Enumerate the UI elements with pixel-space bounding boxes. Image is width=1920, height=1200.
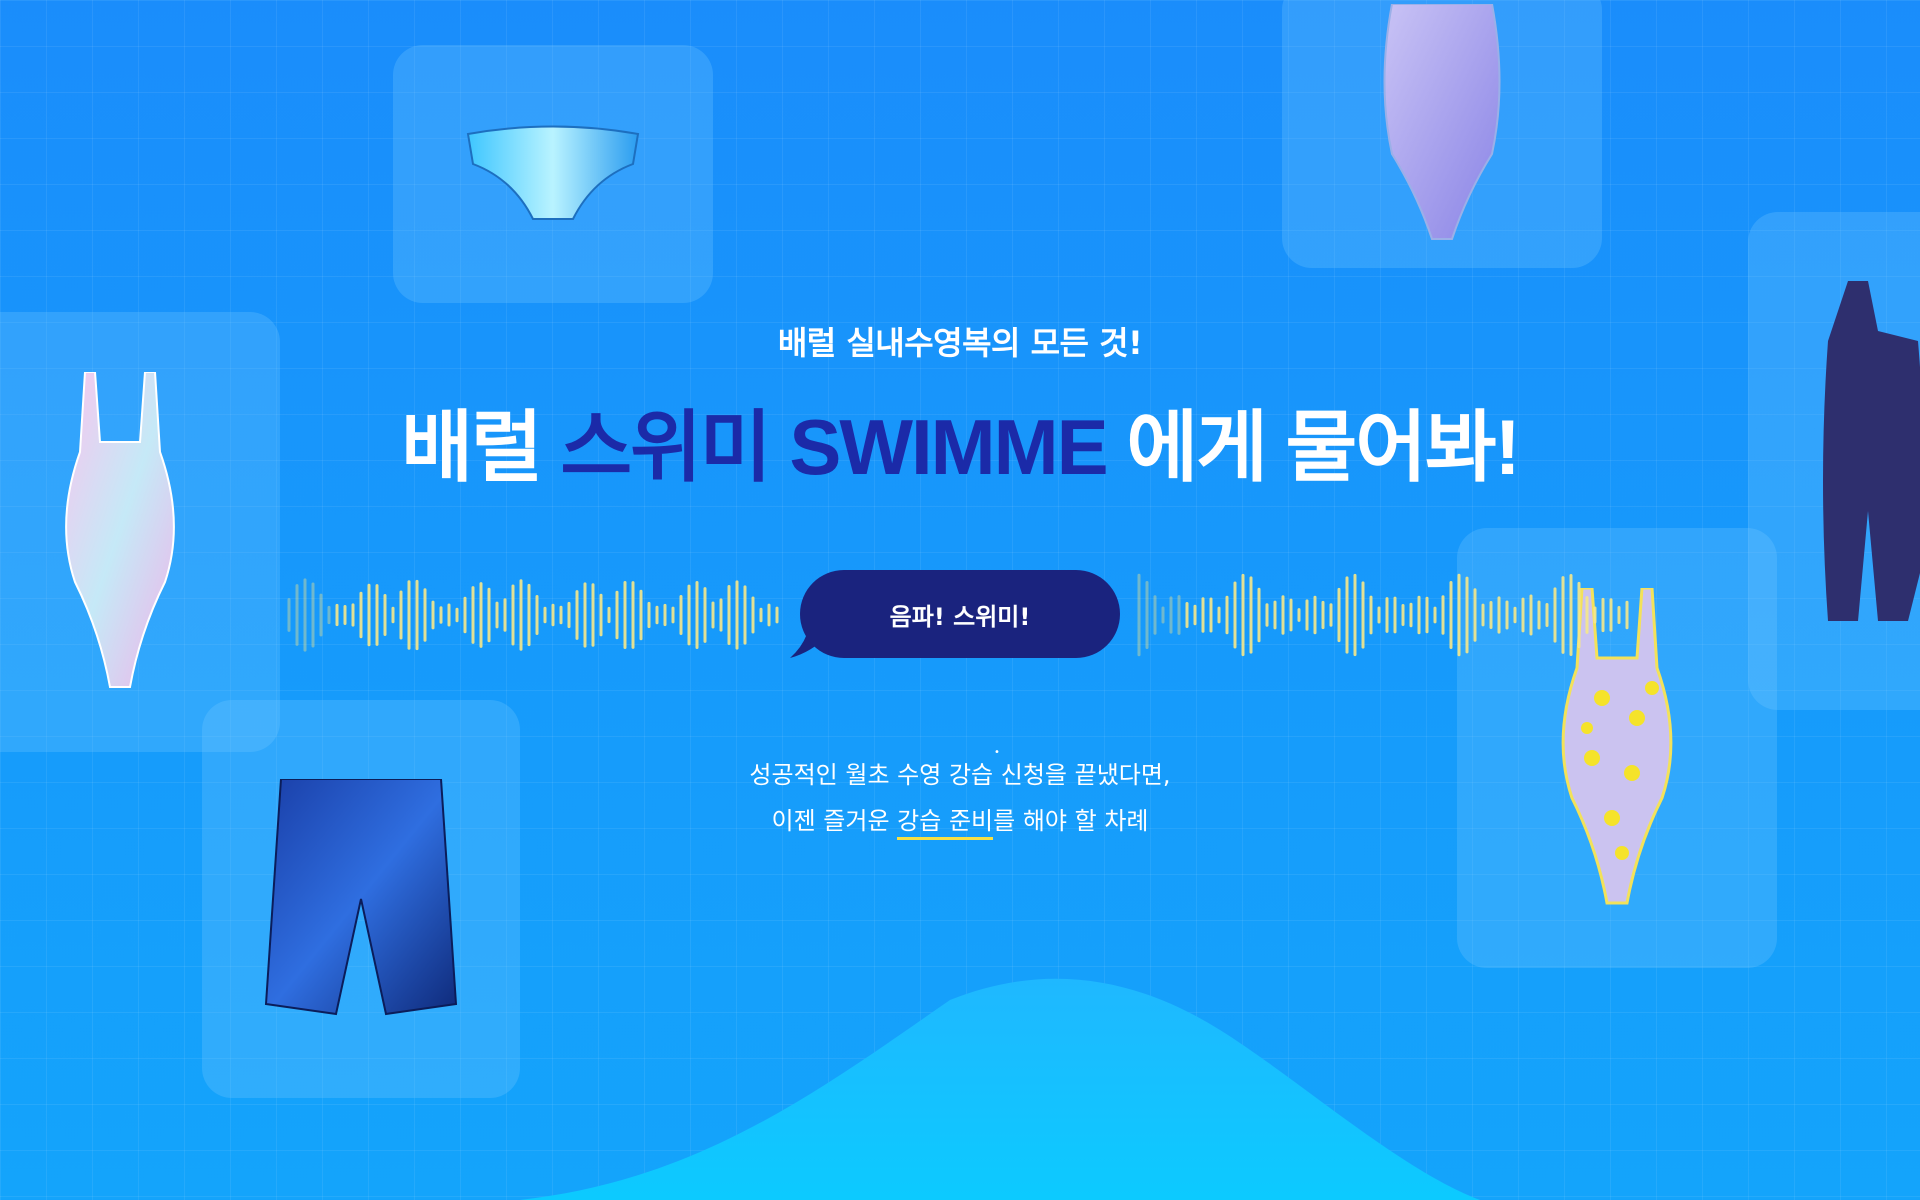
title-part1: 배럴 — [401, 403, 561, 491]
desc-line1-text-a: 성공적인 월초 수영 — [749, 761, 949, 789]
product-card-pink[interactable] — [0, 312, 280, 752]
desc-line1-text-b: 을 끝냈다면, — [1044, 761, 1171, 789]
desc-line1-emphasis: 강습 신청 — [949, 752, 1045, 798]
title-part2: 에게 물어봐! — [1106, 403, 1520, 491]
desc-line2-underline: 강습 준비 — [897, 807, 994, 840]
banner-subtitle: 배럴 실내수영복의 모든 것! — [777, 324, 1143, 362]
swimsuit-lavender-image — [1383, 4, 1501, 240]
swim-briefs-image — [466, 125, 640, 220]
desc-line-2: 이젠 즐거운 강습 준비를 해야 할 차례 — [0, 798, 1920, 844]
desc-line-1: 성공적인 월초 수영 강습 신청을 끝냈다면, — [0, 752, 1920, 798]
swimme-bubble-button[interactable]: 음파! 스위미! — [800, 570, 1120, 658]
sound-wave-left — [287, 578, 779, 652]
product-card-lavender[interactable] — [1282, 0, 1602, 268]
product-card-briefs[interactable] — [393, 45, 713, 303]
title-accent: 스위미 SWIMME — [560, 403, 1108, 491]
banner-title: 배럴 스위미 SWIMME 에게 물어봐! — [0, 385, 1920, 497]
desc-line2-text-a: 이젠 즐거운 — [771, 807, 898, 835]
sound-wave-right — [1137, 573, 1629, 657]
desc-line2-text-b: 를 해야 할 차례 — [993, 807, 1149, 835]
